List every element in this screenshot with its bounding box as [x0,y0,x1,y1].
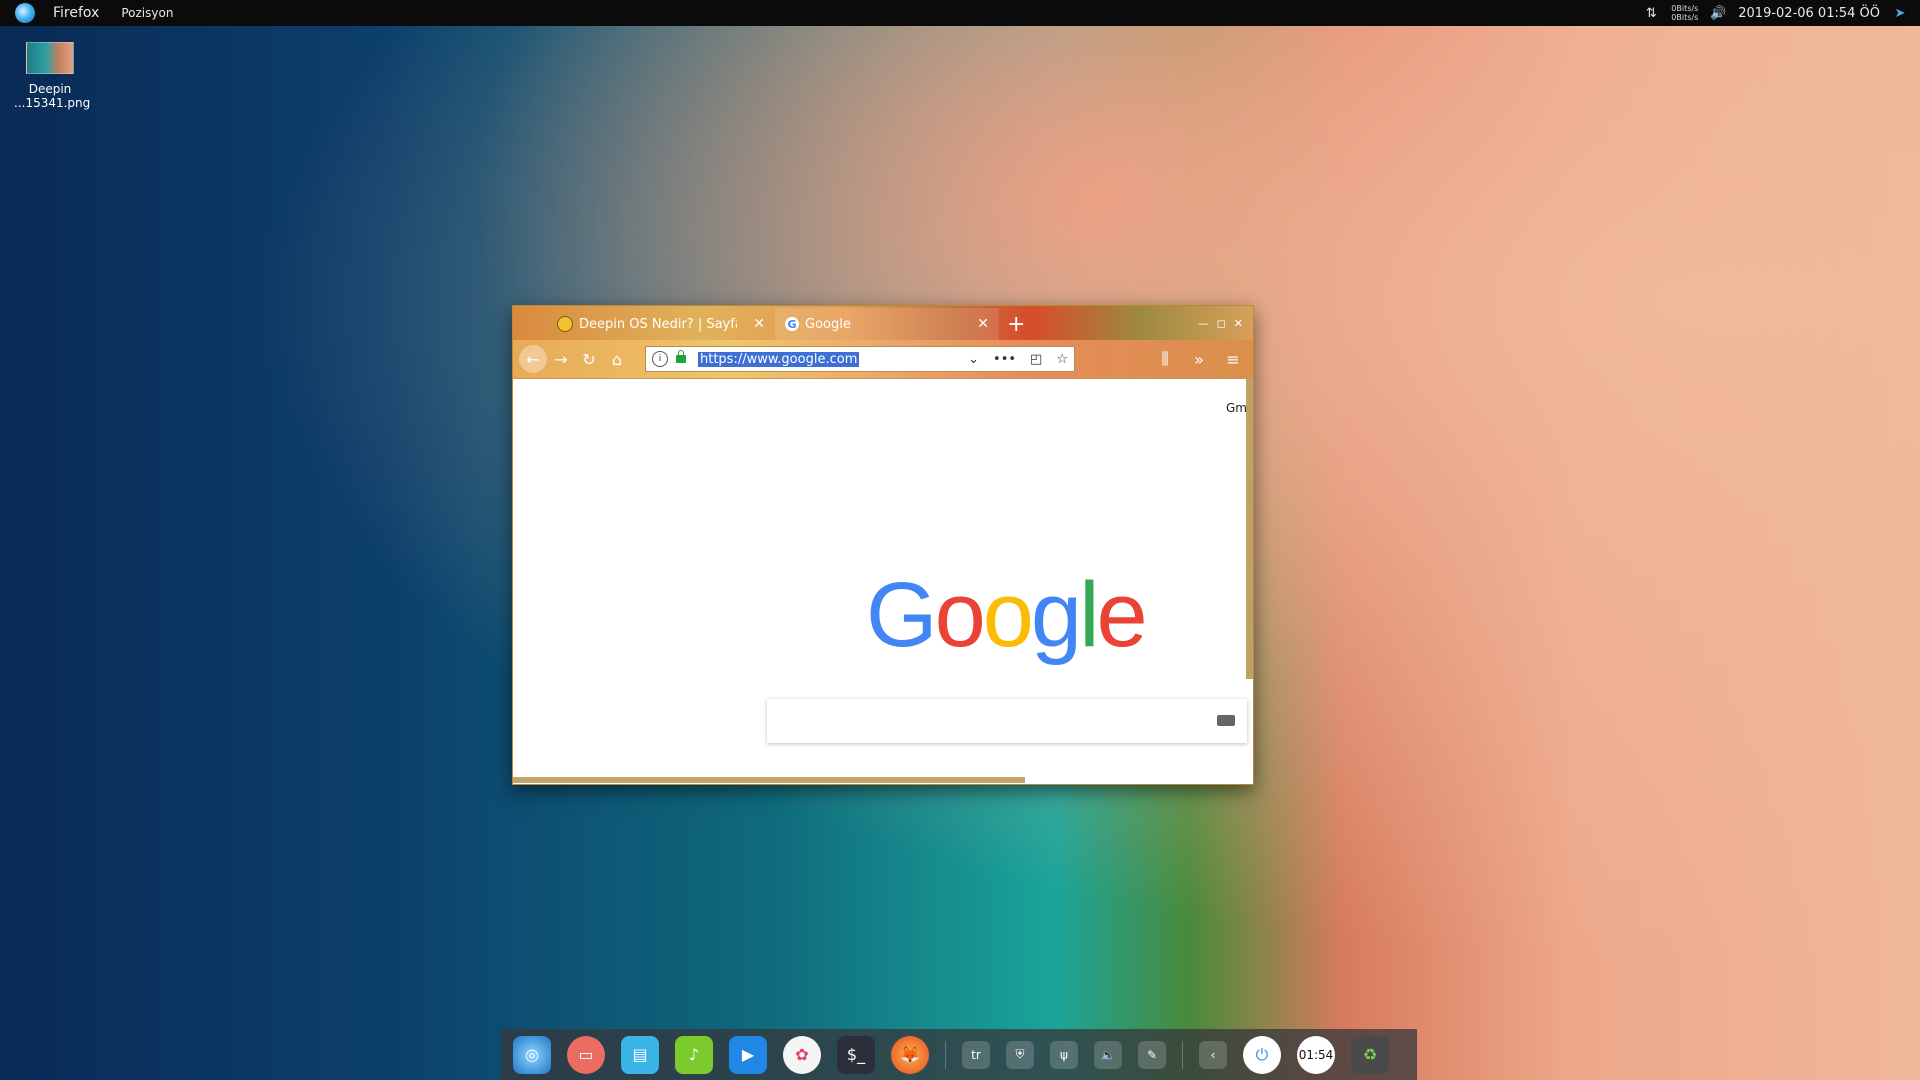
tab-label: Deepin OS Nedir? | Sayfa [579,316,737,332]
vertical-scrollbar[interactable] [1246,379,1253,679]
toolbar-right: ⫼ » ≡ [1151,345,1247,373]
active-app-name[interactable]: Firefox [53,5,99,21]
volume-tray-icon[interactable]: 🔈 [1094,1040,1122,1069]
firefox-window: Deepin OS Nedir? | Sayfa ✕ G Google ✕ + … [512,305,1254,785]
firefox-icon[interactable]: 🦊 [891,1035,929,1074]
home-icon[interactable]: ⌂ [603,345,631,373]
library-icon[interactable]: ⫼ [1151,345,1179,373]
close-tab-icon[interactable]: ✕ [753,316,765,332]
usb-icon[interactable]: ψ [1050,1040,1078,1069]
info-icon[interactable]: i [652,351,668,367]
dock: ◎ ▭ ▤ ♪ ▶ ✿ $_ 🦊 tr ⛨ ψ 🔈 ✎ ‹ ⏻ 01:54 ♻ [501,1029,1417,1080]
url-bar[interactable]: i https://www.google.com ⌄ ••• ◰ ☆ [645,346,1075,372]
tab-deepin[interactable]: Deepin OS Nedir? | Sayfa ✕ [547,308,775,340]
url-text[interactable]: https://www.google.com [698,351,860,367]
chevron-down-icon[interactable]: ⌄ [968,352,979,367]
image-thumbnail-icon [26,42,74,74]
maximize-icon[interactable]: ◻ [1217,317,1226,330]
trash-icon[interactable]: ♻ [1351,1035,1389,1074]
multitasking-icon[interactable]: ▭ [567,1035,605,1074]
video-icon[interactable]: ▶ [729,1035,767,1074]
window-controls: — ◻ ✕ [1198,317,1253,340]
shield-icon[interactable]: ⛨ [1006,1040,1034,1069]
clock[interactable]: 2019-02-06 01:54 ÖÖ [1738,6,1880,21]
desktop-file[interactable]: Deepin ...15341.png [14,42,91,110]
minimize-icon[interactable]: — [1198,317,1209,330]
sayfa-favicon-icon [557,316,573,332]
tab-strip: Deepin OS Nedir? | Sayfa ✕ G Google ✕ + … [513,306,1253,340]
file-label: Deepin [28,82,72,96]
tab-label: Google [805,316,851,332]
keyboard-icon[interactable] [1217,715,1235,726]
dock-separator [945,1040,946,1069]
url-actions: ⌄ ••• ◰ ☆ [968,352,1068,367]
network-speed: 0Bits/s 0Bits/s [1671,4,1699,22]
chevron-left-icon[interactable]: ‹ [1199,1040,1227,1069]
back-icon[interactable]: ← [519,345,547,373]
deepin-launcher-icon[interactable]: ◎ [513,1035,551,1074]
overflow-icon[interactable]: » [1185,345,1213,373]
more-actions-icon[interactable]: ••• [993,352,1016,367]
brush-icon[interactable]: ✎ [1138,1040,1166,1069]
file-manager-icon[interactable]: ▤ [621,1035,659,1074]
top-panel: Firefox Pozisyon ⇅ 0Bits/s 0Bits/s 🔊 201… [0,0,1920,26]
menu-pozisyon[interactable]: Pozisyon [121,6,173,20]
telegram-icon[interactable]: ➤ [1892,5,1908,21]
deepin-logo-icon[interactable] [15,3,35,23]
tab-google[interactable]: G Google ✕ [775,308,999,340]
dock-separator [1182,1040,1183,1069]
clock-widget[interactable]: 01:54 [1297,1035,1335,1074]
forward-icon[interactable]: → [547,345,575,373]
close-window-icon[interactable]: ✕ [1234,317,1243,330]
system-tray: ⇅ 0Bits/s 0Bits/s 🔊 2019-02-06 01:54 ÖÖ … [1643,4,1920,22]
network-icon[interactable]: ⇅ [1643,5,1659,21]
page-content: Gm Google [513,379,1253,783]
nav-toolbar: ← → ↻ ⌂ i https://www.google.com ⌄ ••• ◰… [513,340,1253,379]
bookmark-star-icon[interactable]: ☆ [1056,352,1068,367]
google-favicon-icon: G [785,317,799,331]
reload-icon[interactable]: ↻ [575,345,603,373]
search-input[interactable] [767,699,1247,743]
music-icon[interactable]: ♪ [675,1035,713,1074]
new-tab-icon[interactable]: + [1007,310,1025,340]
power-icon[interactable]: ⏻ [1243,1035,1281,1074]
horizontal-scrollbar[interactable] [513,777,1025,783]
hamburger-menu-icon[interactable]: ≡ [1219,345,1247,373]
settings-icon[interactable]: ✿ [783,1035,821,1074]
pocket-icon[interactable]: ◰ [1030,352,1042,367]
google-logo: Google [866,564,1148,666]
terminal-icon[interactable]: $_ [837,1035,875,1074]
gmail-link[interactable]: Gm [1226,401,1247,415]
file-label: ...15341.png [14,96,91,110]
keyboard-layout[interactable]: tr [962,1040,990,1069]
volume-icon[interactable]: 🔊 [1710,5,1726,21]
close-tab-icon[interactable]: ✕ [977,316,989,332]
lock-icon[interactable] [676,350,686,363]
